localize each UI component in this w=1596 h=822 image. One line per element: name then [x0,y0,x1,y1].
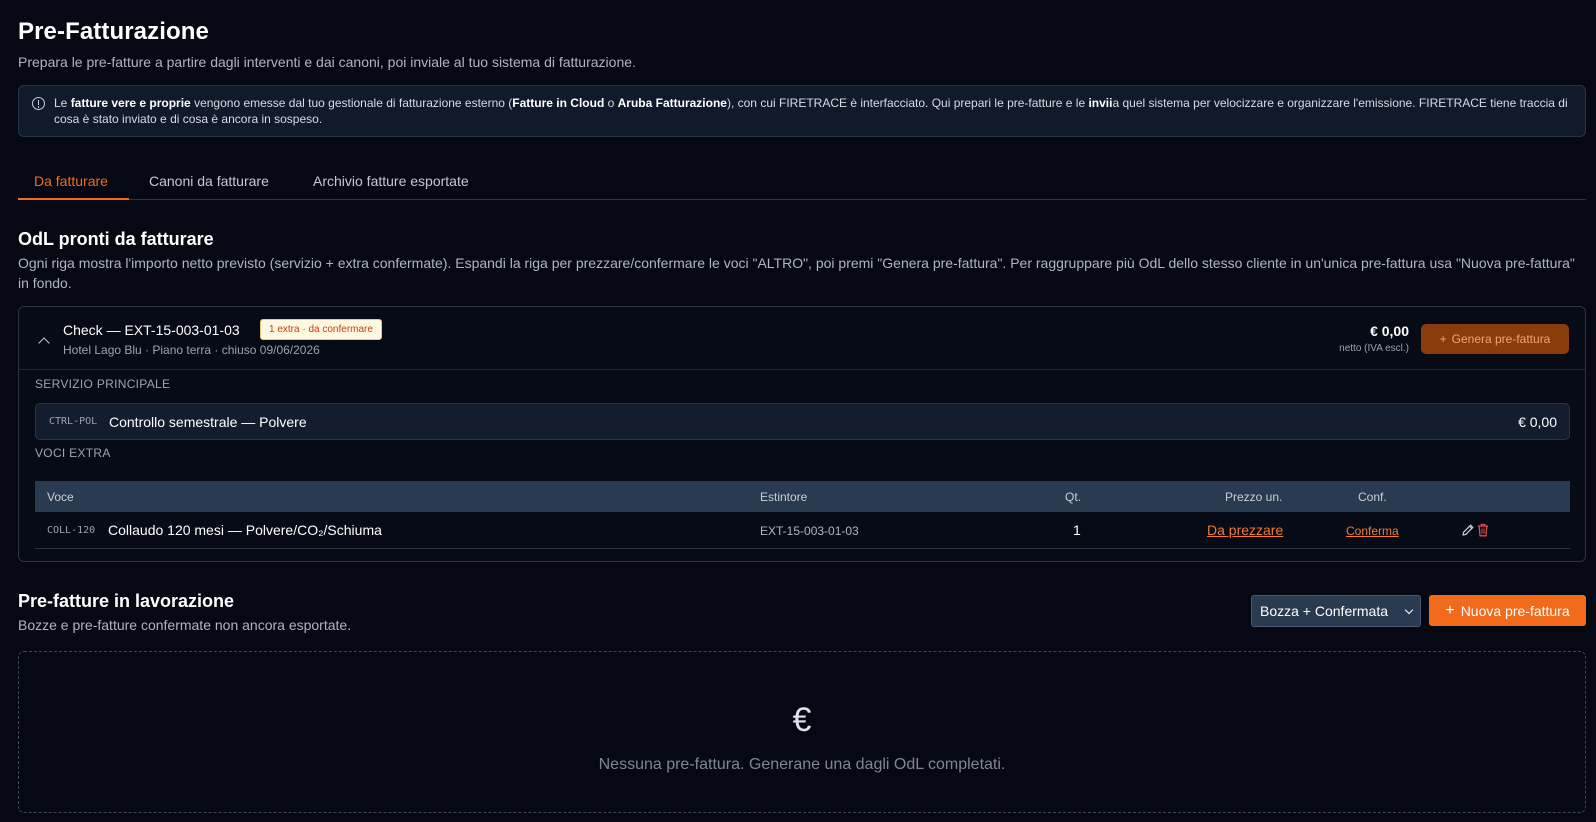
pencil-icon[interactable] [1461,523,1475,537]
status-filter-value: Bozza + Confermata [1260,603,1389,619]
chevron-up-icon[interactable] [38,337,50,349]
conferma-link[interactable]: Conferma [1346,524,1399,538]
active-tab-indicator [18,198,129,200]
extras-section-label: VOCI EXTRA [35,446,111,460]
euro-icon: € [792,701,812,739]
service-name: Controllo semestrale — Polvere [109,414,307,430]
info-text: Le fatture vere e proprie vengono emesse… [54,96,1568,126]
trash-icon[interactable] [1477,523,1489,537]
da-prezzare-link[interactable]: Da prezzare [1207,522,1283,538]
service-code: CTRL-POL [49,416,98,427]
empty-state: € Nessuna pre-fattura. Generane una dagl… [18,651,1586,813]
page-subtitle: Prepara le pre-fatture a partire dagli i… [18,54,636,70]
odl-card: Check — EXT-15-003-01-03 1 extra · da co… [18,306,1586,562]
service-row: CTRL-POL Controllo semestrale — Polvere … [35,403,1570,440]
extras-table-header: Voce Estintore Qt. Prezzo un. Conf. [35,481,1570,512]
col-qty: Qt. [1065,490,1082,504]
table-row: COLL-120 Collaudo 120 mesi — Polvere/CO₂… [35,512,1570,549]
tab-bar: Da fatturare Canoni da fatturare Archivi… [18,163,1586,200]
info-banner: Le fatture vere e proprie vengono emesse… [18,85,1586,137]
col-voce: Voce [47,490,74,504]
odl-section-title: OdL pronti da fatturare [18,229,214,249]
prefatture-section-description: Bozze e pre-fatture confermate non ancor… [18,617,352,633]
extra-status-badge: 1 extra · da confermare [260,319,382,340]
tab-canoni-da-fatturare[interactable]: Canoni da fatturare [149,173,269,189]
extra-qty: 1 [1073,522,1081,538]
service-price: € 0,00 [1518,414,1557,430]
chevron-down-icon [1404,605,1414,615]
nuova-pre-fattura-button[interactable]: + Nuova pre-fattura [1429,595,1586,626]
col-price: Prezzo un. [1225,490,1283,504]
nuova-pre-fattura-label: Nuova pre-fattura [1460,602,1570,619]
extra-estintore: EXT-15-003-01-03 [760,524,859,538]
odl-title: Check — EXT-15-003-01-03 [63,322,240,338]
info-icon [32,97,45,110]
prefatture-section-title: Pre-fatture in lavorazione [18,591,235,611]
odl-meta: Hotel Lago Blu · Piano terra · chiuso 09… [63,343,320,357]
tab-archivio-fatture-esportate[interactable]: Archivio fatture esportate [313,173,469,189]
tab-da-fatturare[interactable]: Da fatturare [34,173,108,189]
empty-state-text: Nessuna pre-fattura. Generane una dagli … [598,756,1006,773]
plus-icon: + [1439,332,1447,346]
status-filter-select[interactable]: Bozza + Confermata [1251,595,1421,627]
page-title: Pre-Fatturazione [18,18,209,45]
extra-code: COLL-120 [47,525,96,536]
extra-name: Collaudo 120 mesi — Polvere/CO₂/Schiuma [108,522,382,538]
service-section-label: SERVIZIO PRINCIPALE [35,377,171,391]
genera-pre-fattura-button[interactable]: + Genera pre-fattura [1421,324,1569,354]
plus-icon: + [1445,601,1455,619]
odl-net-amount: € 0,00 [1370,323,1409,339]
odl-section-description: Ogni riga mostra l'importo netto previst… [18,255,1575,291]
col-estintore: Estintore [760,490,808,504]
genera-pre-fattura-label: Genera pre-fattura [1451,332,1551,346]
col-conf: Conf. [1358,490,1387,504]
odl-row-header[interactable]: Check — EXT-15-003-01-03 1 extra · da co… [19,307,1585,370]
extras-table: Voce Estintore Qt. Prezzo un. Conf. COLL… [35,481,1570,549]
odl-amount-note: netto (IVA escl.) [1339,343,1409,354]
